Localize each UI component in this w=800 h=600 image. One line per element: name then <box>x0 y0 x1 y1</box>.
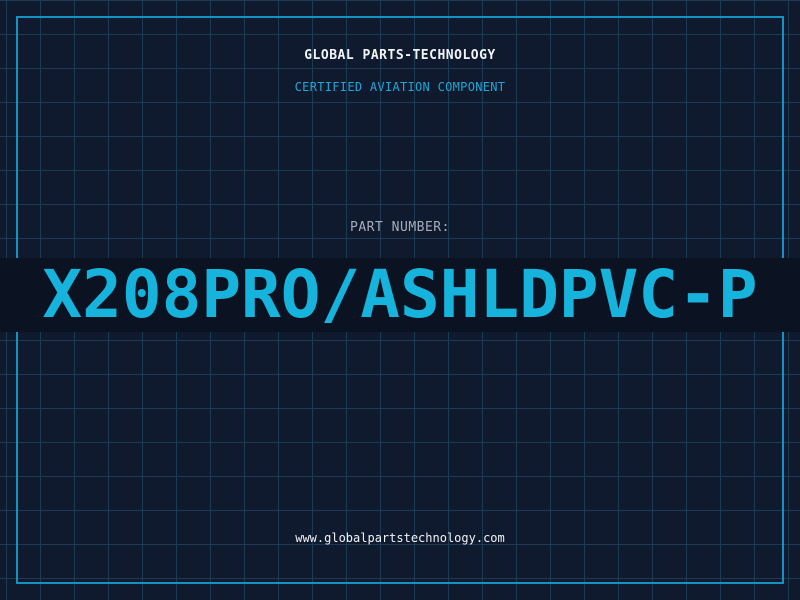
part-number-label: PART NUMBER: <box>350 220 450 235</box>
website-url: www.globalpartstechnology.com <box>295 531 505 545</box>
brand-name: GLOBAL PARTS-TECHNOLOGY <box>304 48 496 63</box>
tagline: CERTIFIED AVIATION COMPONENT <box>294 80 506 94</box>
certificate-page: GLOBAL PARTS-TECHNOLOGY CERTIFIED AVIATI… <box>0 0 800 600</box>
part-number-band: X208PRO/ASHLDPVC-P <box>0 258 800 332</box>
part-number-value: X208PRO/ASHLDPVC-P <box>42 258 758 332</box>
